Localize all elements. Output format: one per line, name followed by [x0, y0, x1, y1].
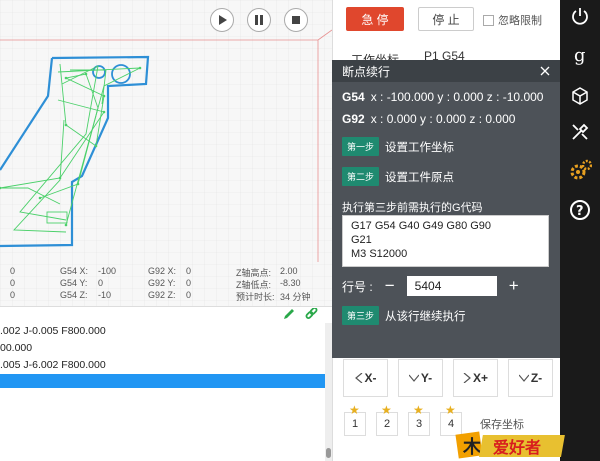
gcode-list[interactable]: .002 J-0.005 F800.000 00.000 .005 J-6.00…: [0, 306, 332, 461]
dialog-header: 断点续行: [332, 60, 560, 82]
g92-coordinates: G92 x : 0.000 y : 0.000 z : 0.000: [342, 112, 516, 126]
ignore-limit-label: 忽略限制: [498, 15, 542, 27]
chevron-down-icon: [518, 374, 529, 382]
readout-value: 0: [186, 290, 192, 300]
checkbox-box[interactable]: [483, 14, 494, 26]
coordinate-slot[interactable]: ★ 3: [408, 403, 430, 436]
star-icon: ★: [349, 403, 360, 417]
help-icon[interactable]: ?: [568, 198, 592, 222]
tools-icon[interactable]: [568, 120, 592, 144]
line-number-label: 行号 :: [342, 279, 373, 294]
readout-label: G92 Z:: [148, 290, 176, 300]
toolpath-canvas: [0, 0, 332, 306]
readout-value: 0: [98, 278, 104, 288]
gcode-line[interactable]: .002 J-0.005 F800.000: [0, 323, 332, 340]
toolpath-viewport[interactable]: 0 0 0 G54 X: G54 Y: G54 Z: -100 0 -10 G9…: [0, 0, 332, 306]
readout-value: 0: [186, 266, 192, 276]
readout-value: 0: [10, 266, 16, 276]
chevron-down-icon: [408, 374, 419, 382]
coordinate-slot[interactable]: ★ 1: [344, 403, 366, 436]
coordinate-slot[interactable]: ★ 2: [376, 403, 398, 436]
readout-value: 2.00: [280, 266, 298, 276]
increment-button[interactable]: +: [507, 276, 521, 296]
readout-value: 0: [10, 290, 16, 300]
readout-value: 0: [10, 278, 16, 288]
svg-text:木: 木: [462, 436, 482, 458]
readout-value: -8.30: [280, 278, 301, 288]
jog-x-plus-button[interactable]: X+: [453, 359, 498, 397]
play-icon: [219, 15, 227, 25]
pencil-icon[interactable]: [283, 308, 295, 320]
star-icon: ★: [413, 403, 424, 417]
pause-icon: [255, 15, 263, 25]
stop-icon: [292, 16, 300, 24]
step-two-label: 设置工件原点: [385, 171, 455, 184]
step-one: 第一步 设置工作坐标: [342, 137, 454, 156]
jog-buttons: X- Y- X+ Z-: [343, 359, 553, 397]
dialog-title: 断点续行: [342, 64, 391, 79]
jog-x-minus-button[interactable]: X-: [343, 359, 388, 397]
close-icon[interactable]: [540, 66, 550, 76]
gcode-line[interactable]: 00.000: [0, 340, 332, 357]
line-number-row: 行号 : − 5404 +: [342, 276, 521, 296]
watermark-logo: 木 爱好者: [455, 431, 565, 459]
readout-value: 0: [186, 278, 192, 288]
readout-value: -100: [98, 266, 117, 276]
step-three: 第三步 从该行继续执行: [342, 306, 466, 325]
step-one-button[interactable]: 第一步: [342, 137, 380, 156]
pre-gcode-textarea[interactable]: G17 G54 G40 G49 G80 G90 G21 M3 S12000: [342, 215, 549, 267]
decrement-button[interactable]: −: [383, 276, 397, 296]
cube-icon[interactable]: [568, 84, 592, 108]
resume-from-breakpoint-dialog: 断点续行 G54 x : -100.000 y : 0.000 z : -10.0…: [332, 60, 560, 358]
coordinate-readout: 0 0 0 G54 X: G54 Y: G54 Z: -100 0 -10 G9…: [0, 262, 332, 302]
readout-label: G92 X:: [148, 266, 177, 276]
readout-value: -10: [98, 290, 112, 300]
ignore-limit-checkbox[interactable]: 忽略限制: [483, 12, 542, 28]
link-icon[interactable]: [305, 308, 318, 321]
readout-label: G92 Y:: [148, 278, 176, 288]
step-three-label: 从该行继续执行: [385, 310, 466, 323]
step-two-button[interactable]: 第二步: [342, 167, 380, 186]
gcode-toolbar: [0, 307, 332, 323]
jog-y-minus-button[interactable]: Y-: [398, 359, 443, 397]
side-icon-bar: g ?: [560, 0, 600, 461]
jog-z-minus-button[interactable]: Z-: [508, 359, 553, 397]
stop-button[interactable]: 停 止: [418, 7, 474, 31]
star-icon: ★: [381, 403, 392, 417]
readout-label: 预计时长:: [236, 292, 275, 302]
chevron-left-icon: [354, 373, 362, 383]
svg-text:g: g: [574, 45, 586, 66]
step-two: 第二步 设置工件原点: [342, 167, 454, 186]
play-button[interactable]: [210, 8, 234, 32]
readout-label: G54 X:: [60, 266, 89, 276]
power-icon[interactable]: [568, 4, 592, 28]
readout-value: 34 分钟: [280, 292, 311, 302]
emergency-stop-button[interactable]: 急 停: [346, 7, 404, 31]
g-code-icon[interactable]: g: [568, 44, 592, 68]
gcode-line[interactable]: .005 J-6.002 F800.000: [0, 357, 332, 374]
step-three-button[interactable]: 第三步: [342, 306, 380, 325]
g54-coordinates: G54 x : -100.000 y : 0.000 z : -10.000: [342, 90, 544, 104]
chevron-right-icon: [463, 373, 471, 383]
gcode-hint: 执行第三步前需执行的G代码: [342, 202, 483, 214]
gcode-line-selected[interactable]: [0, 374, 332, 388]
settings-icon[interactable]: [568, 158, 592, 182]
step-one-label: 设置工作坐标: [385, 141, 455, 154]
stop-playback-button[interactable]: [284, 8, 308, 32]
svg-text:?: ?: [576, 204, 584, 219]
readout-label: G54 Z:: [60, 290, 88, 300]
line-number-input[interactable]: 5404: [406, 276, 497, 296]
svg-text:爱好者: 爱好者: [493, 438, 541, 457]
star-icon: ★: [445, 403, 456, 417]
playback-controls: [210, 8, 308, 32]
pause-button[interactable]: [247, 8, 271, 32]
gcode-scrollbar[interactable]: [325, 323, 332, 461]
readout-label: G54 Y:: [60, 278, 88, 288]
